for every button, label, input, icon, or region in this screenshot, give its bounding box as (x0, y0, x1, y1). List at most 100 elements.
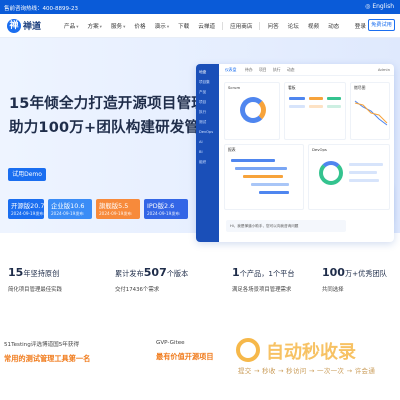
mock-admin: Admin (377, 67, 390, 72)
mock-card-devops: DevOps (308, 144, 390, 210)
edition-enterprise[interactable]: 企业版10.6 2024-09-19发布 (48, 199, 92, 219)
edition-name: 旗舰版5.5 (99, 202, 129, 210)
stat-sub: 简化项目管理最佳实践 (8, 287, 62, 293)
burndown-chart-icon (354, 100, 388, 126)
mock-card-report: 报表 (224, 144, 304, 210)
edition-open-source[interactable]: 开源版20.7 2024-09-19发布 (8, 199, 44, 219)
dashboard-mockup: 地盘 项目集 产品 项目 执行 测试 DevOps AI BI 组织 仪表盘 待… (196, 64, 394, 242)
award-top: GVP-Gitee (156, 340, 185, 346)
mock-side-item: 产品 (199, 90, 207, 94)
edition-ipd[interactable]: IPD版2.6 2024-09-19发布 (144, 199, 188, 219)
mock-side-item: 地盘 (199, 70, 207, 74)
stats-row: 15年坚持原创 简化项目管理最佳实践 累计发布507个版本 交付17436个需求… (0, 266, 400, 316)
award-highlight: 常用的测试管理工具第一名 (4, 354, 91, 363)
hotline: 售前咨询热线：400-8899-23 (4, 6, 78, 12)
nav-item-download[interactable]: 下载 (178, 22, 189, 32)
stat-number: 15 (8, 266, 24, 279)
report-bar (231, 159, 275, 162)
watermark-logo-icon (236, 338, 260, 362)
nav-item-price[interactable]: 价格 (134, 22, 145, 32)
card-title: DevOps (312, 147, 327, 152)
mock-side-item: DevOps (199, 130, 214, 134)
logo[interactable]: 禅 禅道 (7, 18, 55, 34)
nav-item-forum[interactable]: 论坛 (288, 22, 299, 32)
nav-item-store[interactable]: 应用商店 (230, 22, 252, 32)
edition-flagship[interactable]: 旗舰版5.5 2024-09-19发布 (96, 199, 140, 219)
kanban-bar (309, 97, 323, 100)
stat-number: 100 (322, 266, 345, 279)
chevron-down-icon: ▾ (123, 25, 126, 30)
stat-sub: 交付17436个需求 (115, 287, 160, 293)
mock-tab: 待办 (245, 67, 253, 72)
nav-item-solution[interactable]: 方案▾ (87, 22, 101, 32)
edition-name: IPD版2.6 (147, 202, 175, 210)
edition-date: 2024-09-19发布 (51, 211, 84, 216)
report-bar (251, 183, 289, 186)
stat-teams: 100万+优秀团队 共同选择 (322, 266, 387, 312)
edition-date: 2024-09-19发布 (11, 211, 44, 216)
edition-list: 开源版20.7 2024-09-19发布 企业版10.6 2024-09-19发… (8, 199, 198, 219)
stat-prefix: 累计发布 (115, 269, 144, 278)
language-label: English (372, 3, 394, 10)
mock-tab: 执行 (273, 67, 281, 72)
donut-chart-icon (240, 97, 266, 123)
nav-item-news[interactable]: 动态 (328, 22, 339, 32)
try-demo-button[interactable]: 试用Demo (8, 168, 46, 181)
stat-suffix: 个产品，1个平台 (239, 269, 295, 278)
chevron-down-icon: ▾ (99, 25, 102, 30)
mock-tab: 动态 (287, 67, 295, 72)
progress-ring-icon (319, 161, 343, 185)
award-item: GVP-Gitee 最有价值开源项目 (156, 340, 214, 362)
stat-releases: 累计发布507个版本 交付17436个需求 (115, 266, 188, 312)
nav-menu: 产品▾ 方案▾ 服务▾ 价格 演示▾ 下载 云禅道 应用商店 问答 论坛 视频 … (64, 22, 348, 32)
stat-products: 1个产品，1个平台 满足各场景项目管理需求 (232, 266, 295, 312)
top-bar: 售前咨询热线：400-8899-23 ◎ English (0, 0, 400, 14)
edition-date: 2024-09-19发布 (99, 211, 132, 216)
free-trial-button[interactable]: 免费试用 (368, 19, 395, 31)
nav-item-video[interactable]: 视频 (308, 22, 319, 32)
watermark-sub: 提交 → 秒收 → 秒访问 → 一次一次 → 许会通 (238, 367, 376, 375)
award-item: 51Testing评选博道国5年获得 常用的测试管理工具第一名 (4, 340, 90, 364)
stat-number: 1 (232, 266, 240, 279)
kanban-bar (309, 105, 323, 108)
logo-mark-icon: 禅 (7, 19, 21, 33)
card-title: 燃尽图 (354, 85, 366, 90)
nav-item-product[interactable]: 产品▾ (64, 22, 78, 32)
language-switch[interactable]: ◎ English (365, 3, 394, 10)
mock-side-item: 组织 (199, 160, 207, 164)
stat-suffix: 万+优秀团队 (344, 269, 387, 278)
watermark: 自动秒收录 提交 → 秒收 → 秒访问 → 一次一次 → 许会通 (236, 338, 400, 382)
kanban-bar (327, 97, 341, 100)
mock-tab: 项目 (259, 67, 267, 72)
nav-item-qa[interactable]: 问答 (267, 22, 278, 32)
nav-item-service[interactable]: 服务▾ (111, 22, 125, 32)
chevron-down-icon: ▾ (166, 25, 170, 30)
mock-side-item: 测试 (199, 120, 207, 124)
nav-item-cloud[interactable]: 云禅道 (198, 22, 215, 32)
nav-divider (259, 22, 261, 30)
watermark-title: 自动秒收录 (266, 342, 356, 363)
mock-topbar: 仪表盘 待办 项目 执行 动态 Admin (219, 64, 394, 76)
stat-sub: 满足各场景项目管理需求 (232, 287, 292, 293)
nav-divider (222, 22, 224, 30)
award-top: 51Testing评选博道国5年获得 (4, 342, 80, 348)
stat-sub: 共同选择 (322, 287, 344, 293)
award-highlight: 最有价值开源项目 (156, 352, 214, 361)
card-title: 报表 (228, 147, 236, 152)
stat-suffix: 年坚持原创 (23, 269, 60, 278)
devops-bar (349, 163, 383, 166)
report-bar (259, 191, 289, 194)
globe-icon: ◎ (365, 3, 371, 10)
kanban-bar (289, 105, 305, 108)
devops-bar (349, 171, 377, 174)
edition-name: 企业版10.6 (51, 202, 85, 210)
nav-item-demo[interactable]: 演示▾ (155, 22, 169, 32)
stat-suffix: 个版本 (166, 269, 189, 278)
devops-bar (349, 179, 379, 182)
main-nav: 禅 禅道 产品▾ 方案▾ 服务▾ 价格 演示▾ 下载 云禅道 应用商店 问答 论… (0, 14, 400, 38)
mock-card-kanban: 看板 (284, 82, 346, 140)
mock-sidebar: 地盘 项目集 产品 项目 执行 测试 DevOps AI BI 组织 (196, 64, 219, 242)
login-button[interactable]: 登录 (355, 22, 366, 30)
edition-date: 2024-09-19发布 (147, 211, 180, 216)
kanban-bar (289, 97, 305, 100)
